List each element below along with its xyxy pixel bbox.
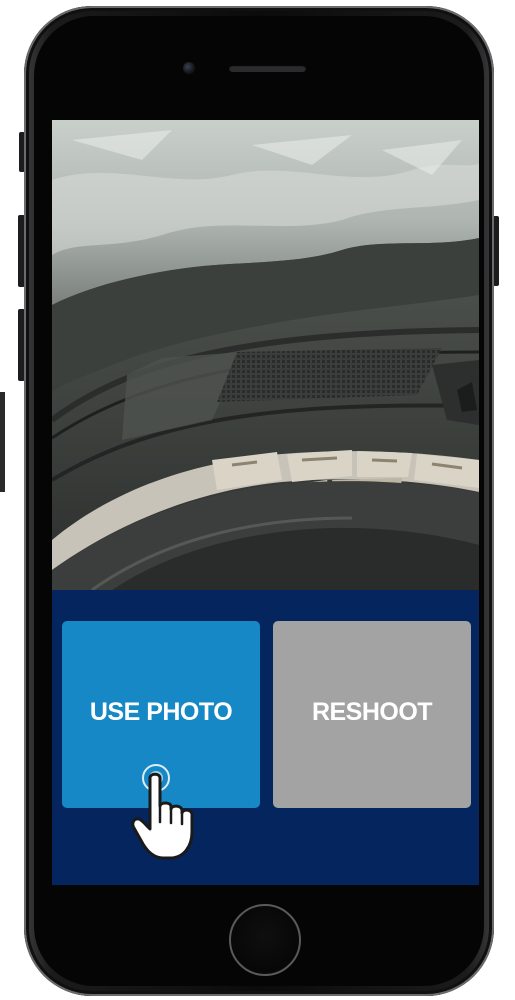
phone-screen: USE PHOTO RESHOOT <box>52 120 479 885</box>
hand-pointer-icon <box>131 764 194 860</box>
home-button[interactable] <box>229 904 301 976</box>
captured-photo-preview <box>52 120 479 590</box>
reshoot-label: RESHOOT <box>311 698 433 726</box>
use-photo-label: USE PHOTO <box>89 698 233 726</box>
photo-action-bar: USE PHOTO RESHOOT <box>52 590 479 885</box>
background-edge-bar <box>0 392 5 492</box>
phone-mockup-stage: USE PHOTO RESHOOT <box>0 0 515 1000</box>
reshoot-button[interactable]: RESHOOT <box>273 621 471 808</box>
tire-sidewall-photo <box>52 120 479 590</box>
front-camera-icon <box>183 62 195 74</box>
earpiece-speaker <box>229 65 306 72</box>
